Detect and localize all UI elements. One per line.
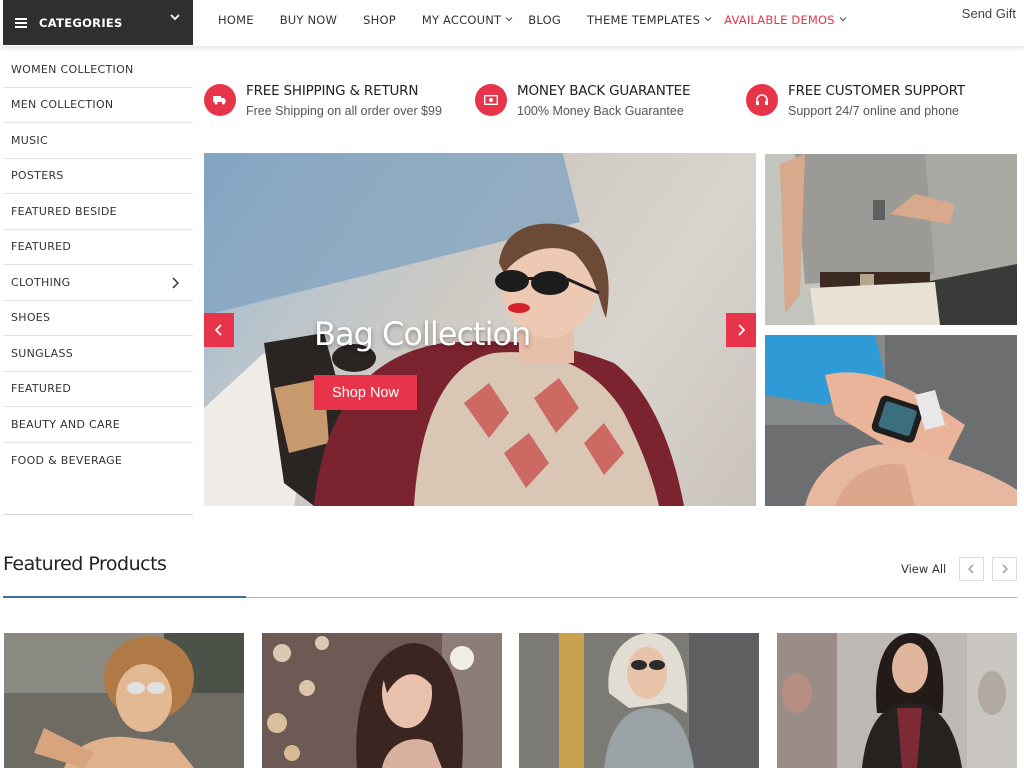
money-icon [475,84,507,116]
sidebar-item-posters[interactable]: POSTERS [3,159,193,194]
nav-available-demos[interactable]: AVAILABLE DEMOS [724,13,847,27]
feature-subtitle: Free Shipping on all order over $99 [246,104,442,118]
feature-subtitle: Support 24/7 online and phone [788,104,959,118]
sidebar-item-shoes[interactable]: SHOES [3,301,193,336]
sidebar-item-featured[interactable]: FEATURED [3,230,193,265]
section-divider-accent [3,596,246,598]
banner-image [765,154,1017,325]
products-prev-button[interactable] [959,557,984,581]
chevron-right-icon [1002,564,1008,574]
product-card[interactable] [519,633,759,768]
sidebar-item-men-collection[interactable]: MEN COLLECTION [3,88,193,123]
product-image [262,633,502,768]
product-image [777,633,1017,768]
slider-prev-button[interactable] [204,313,234,347]
shop-now-button[interactable]: Shop Now [314,375,417,410]
nav-blog[interactable]: BLOG [528,13,561,27]
headset-icon [746,84,778,116]
sidebar-divider [3,514,193,515]
sidebar-item-women-collection[interactable]: WOMEN COLLECTION [3,52,193,88]
categories-sidebar: WOMEN COLLECTION MEN COLLECTION MUSIC PO… [3,52,193,478]
products-next-button[interactable] [992,557,1017,581]
banner-image [765,335,1017,506]
chevron-left-icon [968,564,974,574]
product-image [4,633,244,768]
banner-men-fashion[interactable] [765,154,1017,325]
sidebar-item-clothing[interactable]: CLOTHING [3,265,193,301]
chevron-left-icon [215,324,222,336]
chevron-down-icon [170,14,180,21]
feature-title: FREE CUSTOMER SUPPORT [788,83,965,99]
view-all-link[interactable]: View All [901,562,946,576]
nav-home[interactable]: HOME [218,13,254,27]
chevron-right-icon [738,324,745,336]
product-card[interactable] [4,633,244,768]
categories-toggle[interactable]: CATEGORIES [3,0,193,45]
slide-title: Bag Collection [314,315,531,353]
nav-buy-now[interactable]: BUY NOW [280,13,337,27]
sidebar-item-sunglass[interactable]: SUNGLASS [3,336,193,372]
nav-my-account[interactable]: MY ACCOUNT [422,13,513,27]
sidebar-item-music[interactable]: MUSIC [3,123,193,159]
section-title: Featured Products [3,553,167,575]
categories-label: CATEGORIES [39,15,123,30]
sidebar-item-food-beverage[interactable]: FOOD & BEVERAGE [3,443,193,479]
sidebar-item-featured-2[interactable]: FEATURED [3,372,193,407]
hero-slider: Bag Collection Shop Now [204,153,756,506]
nav-shop[interactable]: SHOP [363,13,396,27]
feature-customer-support: FREE CUSTOMER SUPPORT Support 24/7 onlin… [746,83,965,118]
product-card[interactable] [777,633,1017,768]
top-header: CATEGORIES HOME BUY NOW SHOP MY ACCOUNT … [0,0,1024,46]
truck-icon [204,84,236,116]
nav-theme-templates[interactable]: THEME TEMPLATES [587,13,712,27]
chevron-down-icon [505,17,513,22]
main-nav: HOME BUY NOW SHOP MY ACCOUNT BLOG THEME … [218,0,847,40]
feature-title: MONEY BACK GUARANTEE [517,83,691,99]
sidebar-item-featured-beside[interactable]: FEATURED BESIDE [3,194,193,230]
chevron-down-icon [704,17,712,22]
slider-next-button[interactable] [726,313,756,347]
product-card[interactable] [262,633,502,768]
feature-subtitle: 100% Money Back Guarantee [517,104,684,118]
send-gift-link[interactable]: Send Gift [962,6,1016,21]
banner-smartwatch[interactable] [765,335,1017,506]
feature-title: FREE SHIPPING & RETURN [246,83,419,99]
product-image [519,633,759,768]
feature-free-shipping: FREE SHIPPING & RETURN Free Shipping on … [204,83,442,118]
sidebar-item-beauty-and-care[interactable]: BEAUTY AND CARE [3,407,193,443]
chevron-down-icon [839,17,847,22]
chevron-right-icon [172,277,179,289]
feature-money-back: MONEY BACK GUARANTEE 100% Money Back Gua… [475,83,691,118]
menu-icon [15,17,27,28]
